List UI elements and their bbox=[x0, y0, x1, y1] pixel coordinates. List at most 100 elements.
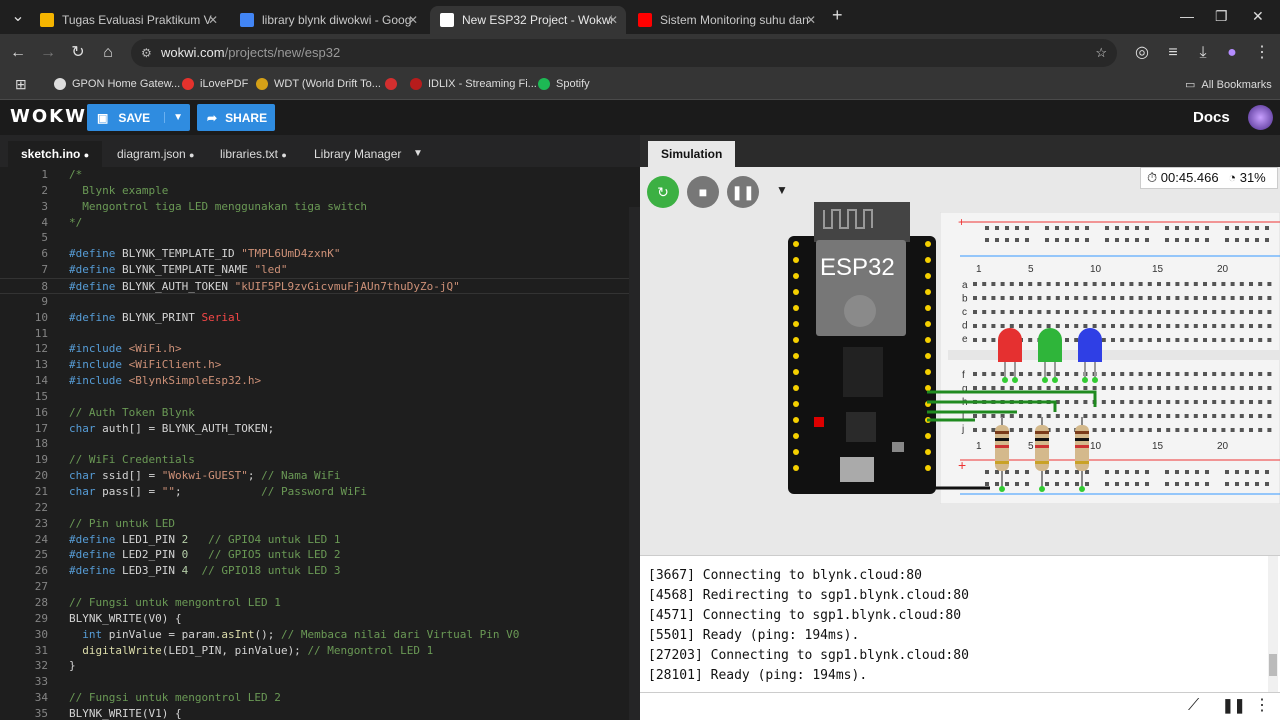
chart-icon[interactable]: ⟋ bbox=[1188, 697, 1199, 715]
menu-icon[interactable]: ⋮ bbox=[1252, 43, 1272, 63]
code-line[interactable]: 32} bbox=[0, 658, 640, 674]
code-line[interactable]: 21 char pass[] = ""; // Password WiFi bbox=[0, 484, 640, 500]
tabs-overflow-icon[interactable]: ▼ bbox=[400, 141, 436, 167]
tab-libraries-txt[interactable]: libraries.txt ● bbox=[207, 141, 300, 167]
pause-serial-icon[interactable]: ❚❚ bbox=[1222, 697, 1245, 714]
code-line[interactable]: 23 // Pin untuk LED bbox=[0, 516, 640, 532]
docs-link[interactable]: Docs bbox=[1193, 109, 1230, 126]
reload-icon[interactable]: ↻ bbox=[68, 43, 88, 63]
code-line[interactable]: 19 // WiFi Credentials bbox=[0, 452, 640, 468]
tab-search-icon[interactable]: ⌄ bbox=[8, 7, 28, 27]
code-line[interactable]: 10 #define BLYNK_PRINT Serial bbox=[0, 310, 640, 326]
bookmark-item[interactable]: Spotify bbox=[538, 78, 590, 90]
code-line[interactable]: 11 bbox=[0, 326, 640, 342]
code-line[interactable]: 29 BLYNK_WRITE(V0) { bbox=[0, 611, 640, 627]
code-line[interactable]: 6 #define BLYNK_TEMPLATE_ID "TMPL6UmD4zxn… bbox=[0, 246, 640, 262]
code-line[interactable]: 27 bbox=[0, 579, 640, 595]
line-number: 7 bbox=[41, 263, 48, 277]
minimize-icon[interactable]: — bbox=[1180, 8, 1194, 24]
code-line[interactable]: 17 char auth[] = BLYNK_AUTH_TOKEN; bbox=[0, 421, 640, 437]
code-line[interactable]: 35 BLYNK_WRITE(V1) { bbox=[0, 706, 640, 720]
code-line[interactable]: 15 bbox=[0, 389, 640, 405]
code-line[interactable]: 22 bbox=[0, 500, 640, 516]
apps-icon[interactable]: ⊞ bbox=[15, 76, 27, 93]
bookmark-item[interactable] bbox=[385, 78, 403, 90]
tab-diagram-json[interactable]: diagram.json ● bbox=[104, 141, 207, 167]
serial-monitor[interactable]: [3667] Connecting to blynk.cloud:80 [4568… bbox=[640, 555, 1280, 692]
bookmark-star-icon[interactable]: ☆ bbox=[1095, 39, 1107, 67]
close-tab-icon[interactable]: ✕ bbox=[806, 13, 816, 27]
home-icon[interactable]: ⌂ bbox=[98, 43, 118, 63]
code-line[interactable]: 13 #include <WiFiClient.h> bbox=[0, 357, 640, 373]
code-line[interactable]: 31 digitalWrite(LED1_PIN, pinValue); // … bbox=[0, 643, 640, 659]
code-line[interactable]: 20 char ssid[] = "Wokwi-GUEST"; // Nama W… bbox=[0, 468, 640, 484]
code-line[interactable]: 30 int pinValue = param.asInt(); // Memb… bbox=[0, 627, 640, 643]
close-tab-icon[interactable]: ✕ bbox=[208, 13, 218, 27]
code-line[interactable]: 7 #define BLYNK_TEMPLATE_NAME "led" bbox=[0, 262, 640, 278]
line-number: 24 bbox=[34, 532, 48, 546]
profile-icon[interactable]: ● bbox=[1222, 43, 1242, 63]
code-line[interactable]: 3 Mengontrol tiga LED menggunakan tiga s… bbox=[0, 199, 640, 215]
browser-tab-3[interactable]: New ESP32 Project - Wokwi Sim✕ bbox=[430, 6, 626, 34]
code-editor[interactable]: 1/* 2 Blynk example 3 Mengontrol tiga LED … bbox=[0, 167, 640, 720]
new-tab-button[interactable]: + bbox=[832, 5, 843, 26]
bookmark-item[interactable]: GPON Home Gatew... bbox=[54, 78, 180, 90]
bookmark-item[interactable]: iLovePDF bbox=[182, 78, 248, 90]
save-dropdown-icon[interactable]: ▼ bbox=[164, 112, 183, 123]
code-line[interactable]: 24 #define LED1_PIN 2 // GPIO4 untuk LED … bbox=[0, 532, 640, 548]
browser-tab-2[interactable]: library blynk diwokwi - Google D✕ bbox=[230, 6, 426, 34]
code-line[interactable]: 12 #include <WiFi.h> bbox=[0, 341, 640, 357]
code-line[interactable]: 2 Blynk example bbox=[0, 183, 640, 199]
bookmark-item[interactable]: WDT (World Drift To... bbox=[256, 78, 381, 90]
tab-library-manager[interactable]: Library Manager bbox=[301, 141, 414, 167]
extension-icon[interactable]: ◎ bbox=[1132, 43, 1152, 63]
code-line[interactable]: 34 // Fungsi untuk mengontrol LED 2 bbox=[0, 690, 640, 706]
serial-scrollbar[interactable] bbox=[1268, 556, 1278, 692]
more-options-icon[interactable]: ⋮ bbox=[1254, 695, 1270, 715]
code-line[interactable]: 18 bbox=[0, 436, 640, 452]
code-line[interactable]: 28 // Fungsi untuk mengontrol LED 1 bbox=[0, 595, 640, 611]
browser-tab-1[interactable]: Tugas Evaluasi Praktikum V - Go✕ bbox=[30, 6, 226, 34]
restart-button[interactable]: ↻ bbox=[647, 176, 679, 208]
breadboard-col-label: 20 bbox=[1217, 264, 1229, 275]
wokwi-logo[interactable]: WOKWI bbox=[10, 106, 96, 127]
simulation-canvas[interactable]: ↻ ■ ❚❚ ▼ ⏱ 00:45.466 ◔ 31% ESP32 + + 1 1… bbox=[640, 167, 1280, 555]
close-window-icon[interactable]: ✕ bbox=[1252, 8, 1264, 25]
line-number: 13 bbox=[34, 358, 48, 372]
maximize-icon[interactable]: ❐ bbox=[1215, 8, 1228, 25]
code-line[interactable]: 25 #define LED2_PIN 0 // GPIO5 untuk LED … bbox=[0, 547, 640, 563]
line-number: 32 bbox=[34, 659, 48, 673]
save-button[interactable]: ▣ SAVE ▼ bbox=[87, 104, 190, 131]
code-line[interactable]: 5 bbox=[0, 230, 640, 246]
code-line[interactable]: 33 bbox=[0, 674, 640, 690]
editor-scrollbar[interactable] bbox=[629, 207, 640, 720]
share-button[interactable]: ➦ SHARE bbox=[197, 104, 275, 131]
code-line[interactable]: 26 #define LED3_PIN 4 // GPIO18 untuk LED… bbox=[0, 563, 640, 579]
code-line[interactable]: 16 // Auth Token Blynk bbox=[0, 405, 640, 421]
pause-button[interactable]: ❚❚ bbox=[727, 176, 759, 208]
code-line[interactable]: 1 /* bbox=[0, 167, 640, 183]
stop-button[interactable]: ■ bbox=[687, 176, 719, 208]
code-line[interactable]: 14 #include <BlynkSimpleEsp32.h> bbox=[0, 373, 640, 389]
browser-tab-4[interactable]: Sistem Monitoring suhu dan ke ✕ bbox=[628, 6, 824, 34]
code-line[interactable]: 9 bbox=[0, 294, 640, 310]
avatar[interactable] bbox=[1248, 105, 1273, 130]
save-icon: ▣ bbox=[97, 110, 109, 125]
bookmark-favicon-icon bbox=[410, 78, 422, 90]
url-input[interactable]: ⚙ wokwi.com/projects/new/esp32 ☆ bbox=[131, 39, 1117, 67]
close-tab-icon[interactable]: ✕ bbox=[408, 13, 418, 27]
forward-icon[interactable]: → bbox=[38, 43, 58, 63]
esp32-board[interactable] bbox=[788, 202, 938, 497]
close-tab-icon[interactable]: ✕ bbox=[608, 13, 618, 27]
tab-sketch-ino[interactable]: sketch.ino ● bbox=[8, 141, 103, 167]
code-line[interactable]: 4 */ bbox=[0, 215, 640, 231]
back-icon[interactable]: ← bbox=[8, 43, 28, 63]
download-icon[interactable]: ⤓ bbox=[1193, 43, 1213, 63]
site-info-icon[interactable]: ⚙ bbox=[141, 39, 152, 67]
all-bookmarks-button[interactable]: ▭ All Bookmarks bbox=[1185, 78, 1272, 92]
tab-simulation[interactable]: Simulation bbox=[648, 141, 736, 167]
bookmark-item[interactable]: IDLIX - Streaming Fi... bbox=[410, 78, 537, 90]
media-icon[interactable]: ≡ bbox=[1163, 43, 1183, 63]
code-line[interactable]: 8 #define BLYNK_AUTH_TOKEN "kUIF5PL9zvGic… bbox=[0, 277, 640, 294]
tab-favicon-icon bbox=[440, 13, 454, 27]
